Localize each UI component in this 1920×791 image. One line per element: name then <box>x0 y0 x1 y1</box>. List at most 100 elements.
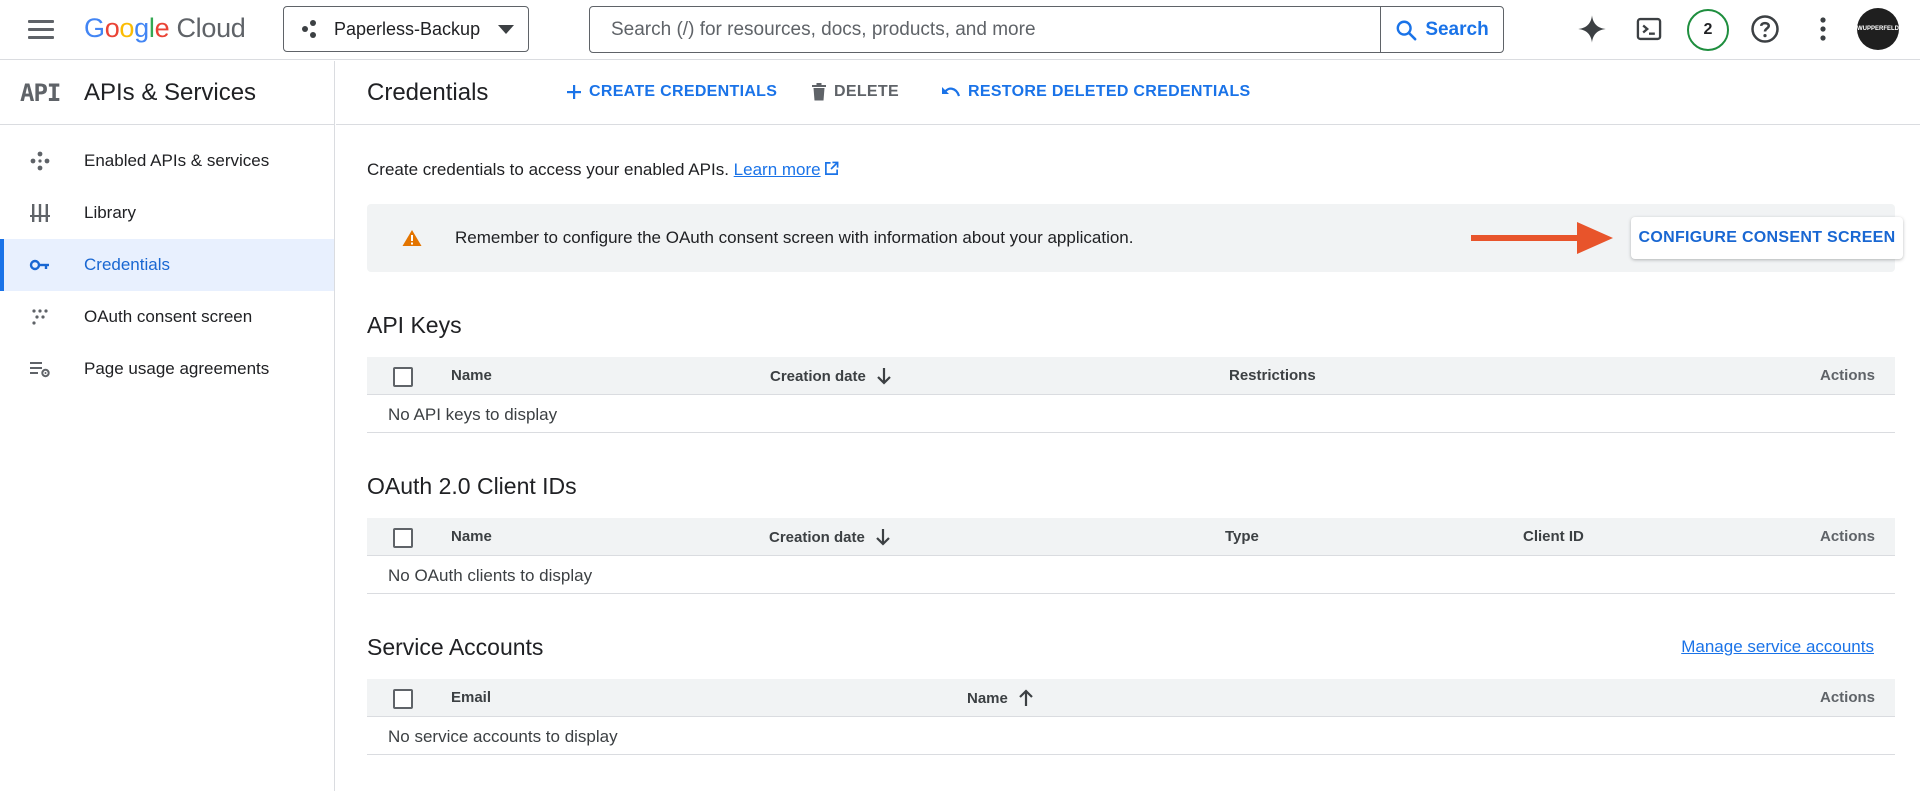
create-credentials-label: CREATE CREDENTIALS <box>589 83 778 100</box>
logo-cloud: Cloud <box>169 13 246 43</box>
search-button[interactable]: Search <box>1380 7 1503 52</box>
arrow-up-icon <box>1019 689 1033 706</box>
search-button-label: Search <box>1425 18 1489 40</box>
column-header[interactable]: Name <box>451 367 492 384</box>
arrow-down-icon <box>876 529 890 546</box>
warning-icon <box>402 230 422 246</box>
configure-consent-screen-button[interactable]: CONFIGURE CONSENT SCREEN <box>1631 217 1903 259</box>
delete-label: DELETE <box>834 83 899 100</box>
column-header-sortable[interactable]: Name <box>967 689 1034 707</box>
oauth-clients-title: OAuth 2.0 Client IDs <box>367 473 577 499</box>
sidebar-item-label: Page usage agreements <box>84 359 270 378</box>
sidebar-item-enabled-apis[interactable]: Enabled APIs & services <box>0 135 334 187</box>
table-header: Name Creation date Type Client ID Action… <box>367 518 1895 556</box>
consent-dots-icon <box>32 309 48 325</box>
sidebar-item-label: Enabled APIs & services <box>84 151 270 170</box>
manage-service-accounts-link[interactable]: Manage service accounts <box>1681 637 1874 657</box>
more-vert-icon[interactable] <box>1806 12 1840 46</box>
delete-button[interactable]: DELETE <box>811 83 899 101</box>
api-logo: API <box>20 78 61 107</box>
api-keys-title: API Keys <box>367 312 462 338</box>
search-input[interactable] <box>590 7 1380 52</box>
sidebar: API APIs & Services Enabled APIs & servi… <box>0 61 335 791</box>
sidebar-item-label: Credentials <box>84 255 170 274</box>
column-header[interactable]: Restrictions <box>1229 367 1316 384</box>
library-icon <box>30 204 50 222</box>
configure-consent-label: CONFIGURE CONSENT SCREEN <box>1638 229 1896 246</box>
help-icon[interactable] <box>1748 12 1782 46</box>
top-bar: Google Cloud Paperless-Backup Search 2 W… <box>0 0 1920 60</box>
column-header: Actions <box>1819 367 1875 384</box>
gemini-sparkle-icon[interactable] <box>1575 12 1609 46</box>
project-name: Paperless-Backup <box>334 18 481 39</box>
intro-description: Create credentials to access your enable… <box>367 160 729 179</box>
learn-more-label: Learn more <box>733 160 821 179</box>
settings-list-icon <box>30 362 50 378</box>
annotation-arrow-icon <box>1471 222 1613 254</box>
empty-message: No API keys to display <box>388 405 558 424</box>
column-header-sortable[interactable]: Creation date <box>769 528 891 546</box>
sidebar-item-library[interactable]: Library <box>0 187 334 239</box>
column-header: Actions <box>1819 528 1875 545</box>
external-link-icon <box>824 161 839 175</box>
learn-more-link[interactable]: Learn more <box>734 160 821 179</box>
sidebar-item-oauth-consent[interactable]: OAuth consent screen <box>0 291 334 343</box>
table-header: Email Name Actions <box>367 679 1895 717</box>
sidebar-item-page-usage[interactable]: Page usage agreements <box>0 343 334 395</box>
action-bar: Credentials CREATE CREDENTIALS DELETE RE… <box>336 61 1920 125</box>
service-accounts-title: Service Accounts <box>367 634 544 660</box>
page-title: Credentials <box>367 79 489 106</box>
sidebar-item-label: OAuth consent screen <box>84 307 253 326</box>
column-header[interactable]: Email <box>451 689 491 706</box>
sidebar-item-credentials[interactable]: Credentials <box>0 239 334 291</box>
avatar[interactable]: WUPPERFELD <box>1857 8 1899 50</box>
google-cloud-logo[interactable]: Google Cloud <box>84 13 246 44</box>
project-picker[interactable]: Paperless-Backup <box>283 6 529 52</box>
select-all-checkbox[interactable] <box>393 528 413 548</box>
empty-message: No service accounts to display <box>388 727 618 746</box>
main-menu-icon[interactable] <box>28 18 54 40</box>
search-bar: Search <box>589 6 1504 53</box>
intro-text: Create credentials to access your enable… <box>367 160 839 180</box>
sidebar-title: APIs & Services <box>84 78 257 106</box>
restore-deleted-label: RESTORE DELETED CREDENTIALS <box>968 83 1251 100</box>
create-credentials-button[interactable]: CREATE CREDENTIALS <box>566 83 777 101</box>
select-all-checkbox[interactable] <box>393 689 413 709</box>
banner-message: Remember to configure the OAuth consent … <box>455 228 1134 247</box>
table-row: No service accounts to display <box>367 717 1895 755</box>
main-content: Credentials CREATE CREDENTIALS DELETE RE… <box>336 61 1920 791</box>
search-icon <box>1396 20 1417 40</box>
table-row: No API keys to display <box>367 395 1895 433</box>
logo-google: Google <box>84 13 170 43</box>
column-header-label: Creation date <box>769 528 865 546</box>
avatar-logo-text: WUPPERFELD <box>1857 26 1899 32</box>
notifications-badge[interactable]: 2 <box>1687 9 1729 51</box>
api-keys-table: Name Creation date Restrictions Actions … <box>367 357 1895 433</box>
project-icon <box>300 18 322 40</box>
oauth-clients-table: Name Creation date Type Client ID Action… <box>367 518 1895 594</box>
trash-icon <box>812 83 826 101</box>
column-header: Actions <box>1819 689 1875 706</box>
table-header: Name Creation date Restrictions Actions <box>367 357 1895 395</box>
column-header-label: Name <box>967 689 1008 707</box>
column-header[interactable]: Type <box>1225 528 1259 545</box>
sidebar-item-label: Library <box>84 203 136 222</box>
cloud-shell-icon[interactable] <box>1632 12 1666 46</box>
sidebar-header: API APIs & Services <box>0 61 334 125</box>
arrow-down-icon <box>877 368 891 385</box>
service-accounts-table: Email Name Actions No service accounts t… <box>367 679 1895 755</box>
chevron-down-icon <box>498 24 514 34</box>
key-icon <box>29 259 49 271</box>
column-header-sortable[interactable]: Creation date <box>770 367 892 385</box>
column-header[interactable]: Client ID <box>1523 528 1584 545</box>
undo-icon <box>942 87 961 97</box>
oauth-warning-banner: Remember to configure the OAuth consent … <box>367 204 1903 272</box>
plus-icon <box>567 85 581 99</box>
empty-message: No OAuth clients to display <box>388 566 593 585</box>
select-all-checkbox[interactable] <box>393 367 413 387</box>
table-row: No OAuth clients to display <box>367 556 1895 594</box>
column-header[interactable]: Name <box>451 528 492 545</box>
diamond-dots-icon <box>30 151 50 171</box>
restore-deleted-button[interactable]: RESTORE DELETED CREDENTIALS <box>941 83 1251 101</box>
column-header-label: Creation date <box>770 367 866 385</box>
